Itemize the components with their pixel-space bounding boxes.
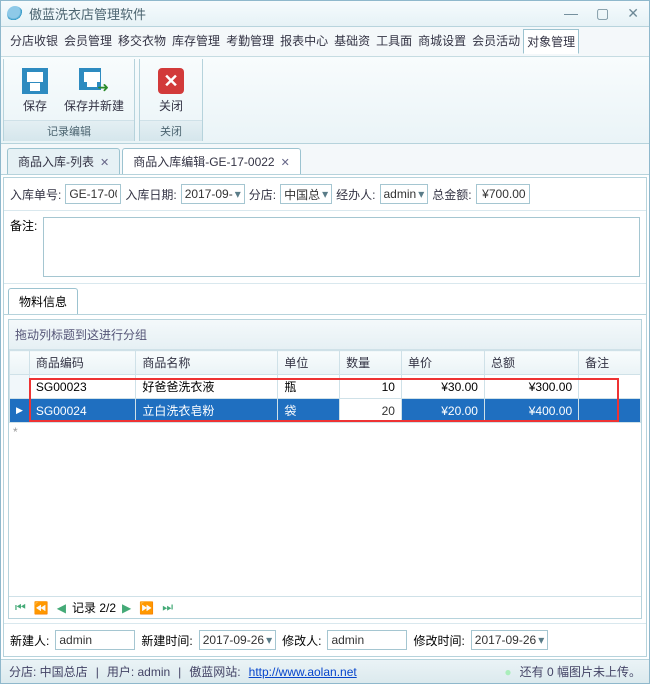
- save-and-new-button[interactable]: ➜ 保存并新建: [60, 63, 128, 116]
- status-site-link[interactable]: http://www.aolan.net: [249, 665, 357, 679]
- status-site-label: 傲蓝网站:: [189, 663, 240, 680]
- status-branch: 分店: 中国总店: [9, 663, 88, 680]
- pager-prev-all[interactable]: ⏪: [32, 601, 51, 615]
- cell[interactable]: [579, 399, 641, 423]
- floppy-icon: [22, 68, 48, 94]
- chevron-down-icon: ▾: [235, 187, 241, 201]
- tab-close-icon[interactable]: ✕: [100, 157, 109, 169]
- creator-field[interactable]: [55, 630, 135, 650]
- table-row[interactable]: SG00023好爸爸洗衣液瓶10¥30.00¥300.00: [10, 375, 641, 399]
- table-row[interactable]: ▶SG00024立白洗衣皂粉袋20¥20.00¥400.00: [10, 399, 641, 423]
- pager-first[interactable]: ⏮: [13, 600, 28, 615]
- close-x-icon: ✕: [158, 68, 184, 94]
- cell[interactable]: 立白洗衣皂粉: [136, 399, 278, 423]
- cell[interactable]: ¥300.00: [484, 375, 578, 399]
- column-header[interactable]: 备注: [579, 351, 641, 375]
- app-logo-icon: [7, 6, 23, 22]
- menu-item[interactable]: 移交衣物: [115, 29, 169, 54]
- cell[interactable]: SG00024: [29, 399, 135, 423]
- pager-next[interactable]: ▶: [120, 601, 133, 615]
- save-button[interactable]: 保存: [10, 63, 60, 116]
- menu-item[interactable]: 会员管理: [61, 29, 115, 54]
- ctime-picker[interactable]: 2017-09-26▾: [199, 630, 276, 650]
- pager-last[interactable]: ⏭: [160, 600, 175, 615]
- ribbon-group-label-close: 关闭: [140, 120, 202, 141]
- inbound-date-picker[interactable]: 2017-09-▾: [181, 184, 245, 204]
- pager-next-all[interactable]: ⏩: [137, 601, 156, 615]
- cell[interactable]: 好爸爸洗衣液: [136, 375, 278, 399]
- menu-item[interactable]: 考勤管理: [223, 29, 277, 54]
- creator-label: 新建人:: [10, 632, 49, 649]
- inbound-no-field[interactable]: [65, 184, 121, 204]
- chevron-down-icon: ▾: [418, 187, 424, 201]
- status-dot-icon: ●: [504, 665, 511, 679]
- menu-item[interactable]: 会员活动: [469, 29, 523, 54]
- tab-material-info[interactable]: 物料信息: [8, 288, 78, 314]
- status-upload-text: 还有 0 幅图片未上传。: [520, 663, 641, 680]
- column-header[interactable]: 单价: [401, 351, 484, 375]
- cell[interactable]: [579, 375, 641, 399]
- menu-item[interactable]: 分店收银: [7, 29, 61, 54]
- menu-item[interactable]: 基础资: [331, 29, 373, 54]
- menu-item[interactable]: 工具面: [373, 29, 415, 54]
- mtime-label: 修改时间:: [413, 632, 464, 649]
- group-by-hint: 拖动列标题到这进行分组: [9, 320, 641, 350]
- cell[interactable]: ¥30.00: [401, 375, 484, 399]
- ribbon-group-label-edit: 记录编辑: [4, 120, 134, 141]
- remark-textarea[interactable]: [43, 217, 640, 277]
- new-row-indicator: *: [9, 423, 641, 441]
- cell[interactable]: 瓶: [278, 375, 340, 399]
- menu-item[interactable]: 商城设置: [415, 29, 469, 54]
- chevron-down-icon: ▾: [538, 633, 544, 647]
- cell[interactable]: 20: [340, 399, 402, 423]
- cell[interactable]: ¥20.00: [401, 399, 484, 423]
- mtime-picker[interactable]: 2017-09-26▾: [471, 630, 548, 650]
- chevron-down-icon: ▾: [266, 633, 272, 647]
- remark-label: 备注:: [10, 217, 37, 234]
- column-header[interactable]: 商品编码: [29, 351, 135, 375]
- floppy-plus-icon: ➜: [79, 68, 109, 94]
- document-tab[interactable]: 商品入库-列表✕: [7, 148, 120, 174]
- column-header[interactable]: 商品名称: [136, 351, 278, 375]
- branch-label: 分店:: [249, 186, 276, 203]
- total-field[interactable]: [476, 184, 530, 204]
- status-user: 用户: admin: [107, 663, 170, 680]
- cell[interactable]: SG00023: [29, 375, 135, 399]
- cell[interactable]: 袋: [278, 399, 340, 423]
- menu-item[interactable]: 报表中心: [277, 29, 331, 54]
- column-header[interactable]: 数量: [340, 351, 402, 375]
- handler-label: 经办人:: [336, 186, 375, 203]
- inbound-date-label: 入库日期:: [125, 186, 176, 203]
- close-button[interactable]: ✕ 关闭: [146, 63, 196, 116]
- modifier-label: 修改人:: [282, 632, 321, 649]
- inbound-no-label: 入库单号:: [10, 186, 61, 203]
- cell[interactable]: ¥400.00: [484, 399, 578, 423]
- chevron-down-icon: ▾: [322, 187, 328, 201]
- handler-select[interactable]: admin▾: [380, 184, 429, 204]
- menu-item[interactable]: 对象管理: [523, 29, 579, 54]
- column-header[interactable]: 总额: [484, 351, 578, 375]
- window-max-button[interactable]: ▢: [592, 5, 613, 22]
- window-min-button[interactable]: —: [560, 5, 582, 22]
- pager-text: 记录 2/2: [72, 599, 116, 616]
- modifier-field[interactable]: [327, 630, 407, 650]
- pager-prev[interactable]: ◀: [55, 601, 68, 615]
- menu-item[interactable]: 库存管理: [169, 29, 223, 54]
- total-label: 总金额:: [432, 186, 471, 203]
- window-close-button[interactable]: ✕: [623, 5, 643, 22]
- window-title: 傲蓝洗衣店管理软件: [29, 4, 560, 23]
- column-header[interactable]: 单位: [278, 351, 340, 375]
- branch-select[interactable]: 中国总▾: [280, 184, 332, 204]
- document-tab[interactable]: 商品入库编辑-GE-17-0022✕: [122, 148, 301, 174]
- ctime-label: 新建时间:: [141, 632, 192, 649]
- tab-close-icon[interactable]: ✕: [281, 157, 290, 169]
- cell[interactable]: 10: [340, 375, 402, 399]
